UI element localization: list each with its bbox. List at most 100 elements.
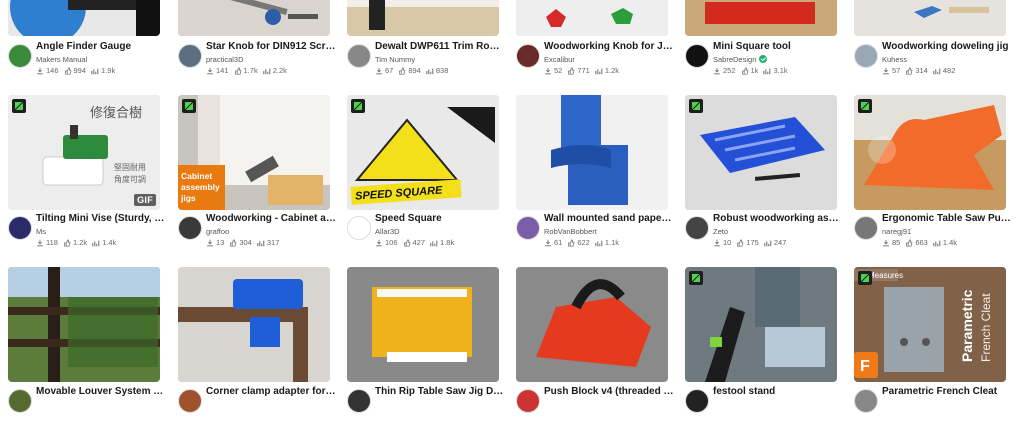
model-thumbnail[interactable]: 修復合樹 堅固耐用 角度可調 GIF bbox=[8, 95, 160, 210]
model-title[interactable]: Speed Square bbox=[375, 213, 505, 224]
avatar[interactable] bbox=[854, 389, 878, 413]
avatar[interactable] bbox=[8, 216, 32, 240]
avatar[interactable] bbox=[178, 216, 202, 240]
likes-count: 1.2k bbox=[72, 238, 88, 247]
views-icon bbox=[263, 68, 270, 74]
likes-count: 894 bbox=[408, 66, 421, 75]
avatar[interactable] bbox=[8, 389, 32, 413]
model-thumbnail[interactable] bbox=[516, 95, 668, 210]
author-name[interactable]: Excalibur bbox=[544, 55, 575, 64]
author-name[interactable]: graffoo bbox=[206, 227, 229, 236]
card-meta: Angle Finder Gauge Makers Manual 146 994 1.9… bbox=[8, 40, 168, 86]
stat-views: 1.4k bbox=[92, 238, 116, 247]
views-icon bbox=[764, 240, 772, 246]
avatar[interactable] bbox=[854, 44, 878, 68]
model-title[interactable]: Angle Finder Gauge bbox=[36, 41, 166, 52]
thumbnail-image: F Parametric French Cleat Measures bbox=[854, 267, 1006, 382]
stat-downloads: 252 bbox=[713, 66, 736, 75]
model-title[interactable]: Push Block v4 (threaded in... bbox=[544, 386, 674, 397]
avatar[interactable] bbox=[516, 44, 540, 68]
like-icon bbox=[741, 66, 748, 75]
model-title[interactable]: Woodworking - Cabinet as... bbox=[206, 213, 336, 224]
model-thumbnail[interactable] bbox=[347, 267, 499, 382]
stat-downloads: 146 bbox=[36, 66, 59, 75]
author-name[interactable]: Kuhess bbox=[882, 55, 907, 64]
author-name[interactable]: naregj91 bbox=[882, 227, 911, 236]
stat-likes: 1.7k bbox=[234, 66, 258, 75]
model-title[interactable]: Woodworking Knob for Jigs bbox=[544, 41, 674, 52]
model-title[interactable]: Wall mounted sand paper ... bbox=[544, 213, 674, 224]
author-name[interactable]: RobVanBobbert bbox=[544, 227, 597, 236]
avatar[interactable] bbox=[516, 216, 540, 240]
views-count: 317 bbox=[266, 238, 280, 247]
author-name[interactable]: Makers Manual bbox=[36, 55, 87, 64]
avatar[interactable] bbox=[854, 216, 878, 240]
author-name[interactable]: Tim Nummy bbox=[375, 55, 415, 64]
model-thumbnail[interactable] bbox=[685, 0, 837, 36]
model-title[interactable]: Thin Rip Table Saw Jig Dew... bbox=[375, 386, 505, 397]
stat-downloads: 10 bbox=[713, 238, 731, 247]
model-title[interactable]: Tilting Mini Vise (Sturdy, P... bbox=[36, 213, 166, 224]
model-thumbnail[interactable] bbox=[516, 0, 668, 36]
model-thumbnail[interactable] bbox=[178, 267, 330, 382]
model-thumbnail[interactable] bbox=[8, 267, 160, 382]
model-title[interactable]: Movable Louver System O... bbox=[36, 386, 166, 397]
stats-row: 61 622 1.1k bbox=[544, 238, 619, 247]
model-title[interactable]: Woodworking doweling jig bbox=[882, 41, 1012, 52]
avatar[interactable] bbox=[178, 44, 202, 68]
author-name[interactable]: Allar3D bbox=[375, 227, 400, 236]
svg-text:Measures: Measures bbox=[868, 271, 903, 280]
svg-text:jigs: jigs bbox=[180, 193, 196, 203]
model-thumbnail[interactable]: Cabinet assembly jigs bbox=[178, 95, 330, 210]
model-title[interactable]: Parametric French Cleat bbox=[882, 386, 1012, 397]
model-thumbnail[interactable] bbox=[685, 95, 837, 210]
views-count: 2.2k bbox=[272, 66, 287, 75]
like-icon bbox=[906, 66, 913, 75]
downloads-count: 67 bbox=[385, 66, 394, 75]
model-thumbnail[interactable] bbox=[854, 0, 1006, 36]
download-icon bbox=[207, 239, 213, 246]
avatar[interactable] bbox=[516, 389, 540, 413]
stat-downloads: 141 bbox=[206, 66, 229, 75]
model-thumbnail[interactable]: F Parametric French Cleat Measures bbox=[854, 267, 1006, 382]
views-count: 1.4k bbox=[942, 238, 958, 247]
model-thumbnail[interactable] bbox=[178, 0, 330, 36]
model-thumbnail[interactable] bbox=[8, 0, 160, 36]
model-title[interactable]: festool stand bbox=[713, 386, 843, 397]
author-name[interactable]: practical3D bbox=[206, 55, 244, 64]
avatar[interactable] bbox=[347, 44, 371, 68]
avatar[interactable] bbox=[8, 44, 32, 68]
model-title[interactable]: Corner clamp adapter for I... bbox=[206, 386, 336, 397]
avatar[interactable] bbox=[685, 44, 709, 68]
svg-text:assembly: assembly bbox=[181, 182, 220, 192]
downloads-count: 10 bbox=[723, 238, 732, 247]
thumbnail-image bbox=[516, 267, 668, 382]
stat-downloads: 118 bbox=[36, 238, 58, 247]
author-name[interactable]: Zeto bbox=[713, 227, 728, 236]
avatar[interactable] bbox=[178, 389, 202, 413]
author-name[interactable]: Ms bbox=[36, 227, 46, 236]
model-title[interactable]: Star Knob for DIN912 Scre... bbox=[206, 41, 336, 52]
downloads-count: 61 bbox=[554, 238, 563, 247]
stat-views: 317 bbox=[257, 238, 280, 247]
avatar[interactable] bbox=[347, 216, 371, 240]
model-thumbnail[interactable] bbox=[854, 95, 1006, 210]
avatar[interactable] bbox=[347, 389, 371, 413]
model-title[interactable]: Ergonomic Table Saw Push... bbox=[882, 213, 1012, 224]
model-title[interactable]: Robust woodworking asse... bbox=[713, 213, 843, 224]
stat-likes: 771 bbox=[567, 66, 590, 75]
model-title[interactable]: Mini Square tool bbox=[713, 41, 843, 52]
avatar[interactable] bbox=[685, 216, 709, 240]
stat-likes: 314 bbox=[905, 66, 928, 75]
model-thumbnail[interactable] bbox=[685, 267, 837, 382]
model-thumbnail[interactable]: SPEED SQUARE bbox=[347, 95, 499, 210]
author-name[interactable]: SabreDesign bbox=[713, 55, 768, 64]
model-thumbnail[interactable] bbox=[347, 0, 499, 36]
downloads-count: 85 bbox=[892, 238, 901, 247]
model-title[interactable]: Dewalt DWP611 Trim Rout... bbox=[375, 41, 505, 52]
stat-downloads: 67 bbox=[375, 66, 393, 75]
avatar[interactable] bbox=[685, 389, 709, 413]
model-thumbnail[interactable] bbox=[516, 267, 668, 382]
stats-row: 146 994 1.9k bbox=[36, 66, 115, 75]
card-meta: Speed Square Allar3D 106 427 1.8k bbox=[347, 212, 507, 258]
